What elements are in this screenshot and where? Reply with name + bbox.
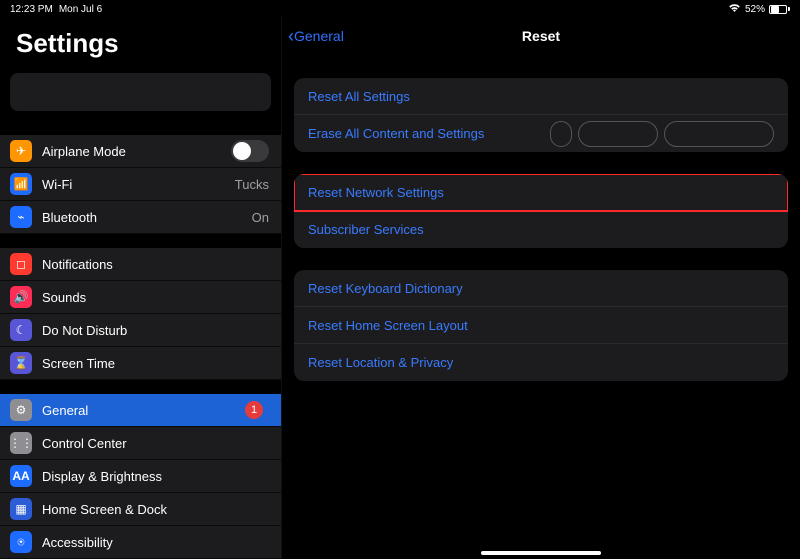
reset-row-label: Reset Location & Privacy: [308, 355, 453, 370]
redaction-pill: [550, 121, 572, 147]
home-indicator[interactable]: [481, 551, 601, 555]
battery-icon: [769, 5, 790, 14]
sidebar-item-label: General: [42, 403, 245, 418]
sidebar-item-label: Notifications: [42, 257, 269, 272]
status-bar: 12:23 PM Mon Jul 6 52%: [0, 0, 800, 16]
sidebar-item-label: Airplane Mode: [42, 144, 231, 159]
sidebar-item-value: Tucks: [235, 177, 269, 192]
reset-row-reset-all[interactable]: Reset All Settings: [294, 78, 788, 115]
apple-id-profile[interactable]: [10, 73, 271, 111]
sidebar-item-airplane[interactable]: ✈ Airplane Mode: [0, 135, 281, 168]
bluetooth-icon: ⌁: [10, 206, 32, 228]
navbar-title: Reset: [282, 28, 800, 44]
status-date: Mon Jul 6: [59, 4, 102, 15]
reset-row-label: Reset All Settings: [308, 89, 410, 104]
wifi-icon: 📶: [10, 173, 32, 195]
sidebar-item-homescreen[interactable]: ▦ Home Screen & Dock: [0, 493, 281, 526]
accessibility-icon: ⍟: [10, 531, 32, 553]
sidebar-item-value: On: [252, 210, 269, 225]
screentime-icon: ⌛: [10, 352, 32, 374]
sidebar-item-display[interactable]: AA Display & Brightness: [0, 460, 281, 493]
sidebar-item-label: Home Screen & Dock: [42, 502, 269, 517]
sidebar-item-sounds[interactable]: 🔊 Sounds: [0, 281, 281, 314]
notifications-icon: ◻: [10, 253, 32, 275]
reset-row-subscriber[interactable]: Subscriber Services: [294, 211, 788, 248]
sidebar-item-label: Accessibility: [42, 535, 269, 550]
dnd-icon: ☾: [10, 319, 32, 341]
redaction-pill: [578, 121, 658, 147]
sidebar-item-label: Display & Brightness: [42, 469, 269, 484]
sidebar-item-label: Screen Time: [42, 356, 269, 371]
reset-row-label: Erase All Content and Settings: [308, 126, 484, 141]
reset-row-reset-location[interactable]: Reset Location & Privacy: [294, 344, 788, 381]
reset-section: Reset Network Settings Subscriber Service…: [294, 174, 788, 248]
detail-pane: ‹ General Reset Reset All Settings Erase …: [282, 16, 800, 559]
reset-row-reset-home[interactable]: Reset Home Screen Layout: [294, 307, 788, 344]
airplane-toggle[interactable]: [231, 140, 269, 162]
sidebar-item-accessibility[interactable]: ⍟ Accessibility: [0, 526, 281, 559]
controlcenter-icon: ⋮⋮: [10, 432, 32, 454]
sidebar-item-label: Wi-Fi: [42, 177, 235, 192]
reset-row-erase-all[interactable]: Erase All Content and Settings: [294, 115, 788, 152]
general-icon: ⚙: [10, 399, 32, 421]
redaction-pills: [550, 121, 774, 147]
reset-row-reset-keyboard[interactable]: Reset Keyboard Dictionary: [294, 270, 788, 307]
sidebar-item-label: Do Not Disturb: [42, 323, 269, 338]
reset-section: Reset All Settings Erase All Content and …: [294, 78, 788, 152]
sidebar-item-label: Bluetooth: [42, 210, 252, 225]
reset-row-reset-network[interactable]: Reset Network Settings: [294, 174, 788, 211]
navbar: ‹ General Reset: [282, 20, 800, 52]
reset-row-label: Reset Keyboard Dictionary: [308, 281, 463, 296]
airplane-icon: ✈: [10, 140, 32, 162]
reset-section: Reset Keyboard Dictionary Reset Home Scre…: [294, 270, 788, 381]
settings-sidebar: Settings ✈ Airplane Mode 📶 Wi-FiTucks ⌁ Bluet…: [0, 16, 282, 559]
status-battery-pct: 52%: [745, 4, 765, 15]
sidebar-badge: 1: [245, 401, 263, 419]
homescreen-icon: ▦: [10, 498, 32, 520]
display-icon: AA: [10, 465, 32, 487]
sidebar-item-bluetooth[interactable]: ⌁ BluetoothOn: [0, 201, 281, 234]
battery-fill: [771, 6, 779, 13]
reset-row-label: Subscriber Services: [308, 222, 424, 237]
sidebar-item-general[interactable]: ⚙ General1: [0, 394, 281, 427]
sidebar-item-wifi[interactable]: 📶 Wi-FiTucks: [0, 168, 281, 201]
sidebar-item-label: Sounds: [42, 290, 269, 305]
sidebar-item-notifications[interactable]: ◻ Notifications: [0, 248, 281, 281]
reset-row-label: Reset Home Screen Layout: [308, 318, 468, 333]
redaction-pill: [664, 121, 774, 147]
sidebar-item-screentime[interactable]: ⌛ Screen Time: [0, 347, 281, 380]
sidebar-item-dnd[interactable]: ☾ Do Not Disturb: [0, 314, 281, 347]
sidebar-item-label: Control Center: [42, 436, 269, 451]
wifi-icon: [728, 3, 741, 16]
reset-row-label: Reset Network Settings: [308, 185, 444, 200]
sidebar-item-controlcenter[interactable]: ⋮⋮ Control Center: [0, 427, 281, 460]
page-title: Settings: [0, 16, 281, 67]
status-time: 12:23 PM: [10, 4, 53, 15]
sounds-icon: 🔊: [10, 286, 32, 308]
